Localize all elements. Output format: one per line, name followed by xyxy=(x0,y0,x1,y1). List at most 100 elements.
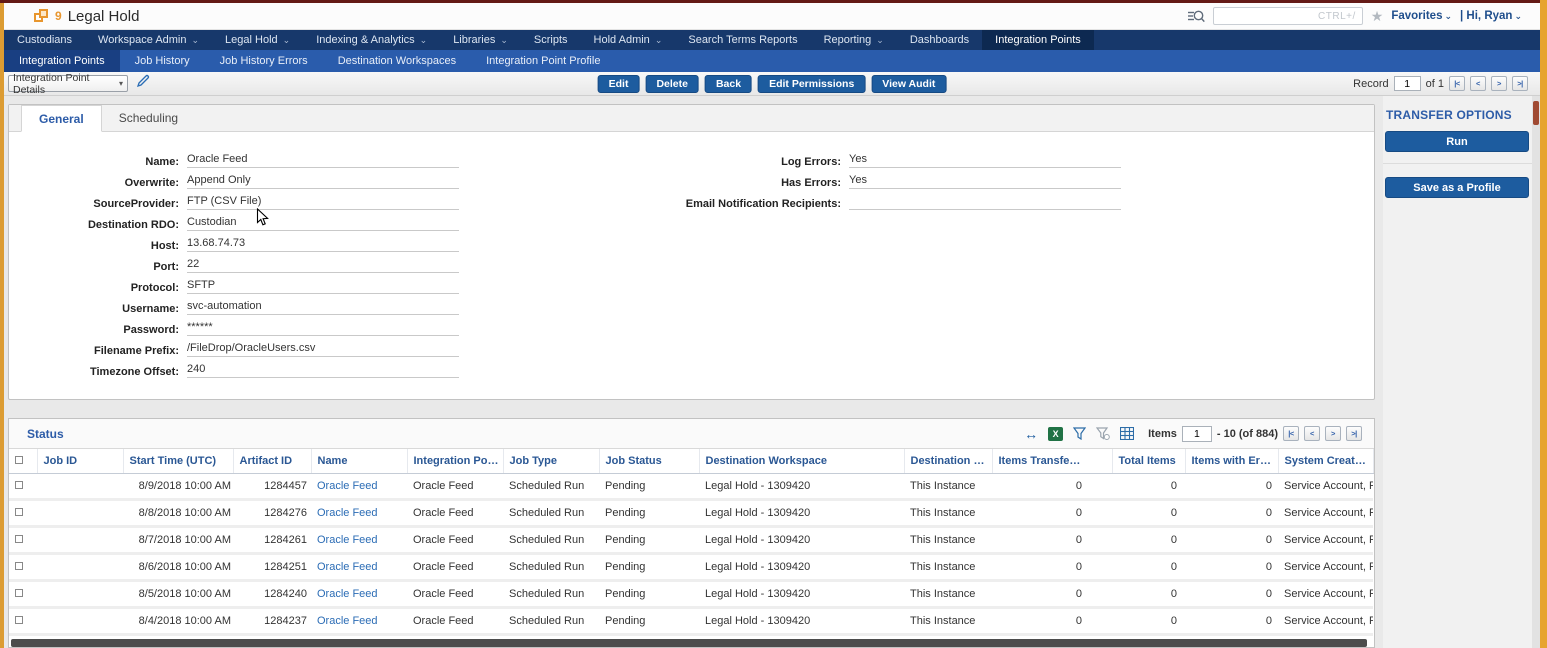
row-checkbox[interactable] xyxy=(15,616,23,624)
cell-job-id xyxy=(37,608,123,635)
column-header-job-type[interactable]: Job Type xyxy=(503,449,599,474)
main-tab-scripts[interactable]: Scripts xyxy=(521,30,581,50)
sub-tab-job-history[interactable]: Job History xyxy=(120,50,205,72)
select-all-checkbox[interactable] xyxy=(15,456,23,464)
name-link[interactable]: Oracle Feed xyxy=(317,507,378,519)
column-header-items-with-errors[interactable]: Items with Errors xyxy=(1185,449,1278,474)
table-row: 8/7/2018 10:00 AM1284261Oracle FeedOracl… xyxy=(9,527,1373,554)
record-number-input[interactable] xyxy=(1394,76,1421,91)
view-selector-dropdown[interactable]: Integration Point Details▾ xyxy=(8,75,128,92)
column-header-destination-workspace[interactable]: Destination Workspace xyxy=(699,449,904,474)
row-checkbox[interactable] xyxy=(15,562,23,570)
main-tab-integration-points[interactable]: Integration Points xyxy=(982,30,1094,50)
row-select-cell xyxy=(9,474,37,500)
main-tab-search-terms-reports[interactable]: Search Terms Reports xyxy=(675,30,810,50)
integration-point-details-panel: GeneralScheduling Name:Oracle FeedOverwr… xyxy=(8,104,1375,400)
column-header-total-items[interactable]: Total Items xyxy=(1112,449,1185,474)
export-excel-icon[interactable]: X xyxy=(1048,427,1063,441)
cell-job-status: Pending xyxy=(599,581,699,608)
column-header-start-time-utc[interactable]: Start Time (UTC) xyxy=(123,449,233,474)
items-page-input[interactable] xyxy=(1182,426,1212,442)
column-header-job-status[interactable]: Job Status xyxy=(599,449,699,474)
items-first-button[interactable]: |< xyxy=(1283,426,1299,441)
view-audit-button[interactable]: View Audit xyxy=(871,75,946,93)
column-header-artifact-id[interactable]: Artifact ID xyxy=(233,449,311,474)
vertical-scrollbar-thumb[interactable] xyxy=(1533,101,1539,125)
save-as-profile-button[interactable]: Save as a Profile xyxy=(1385,177,1529,198)
status-table-body: 8/9/2018 10:00 AM1284457Oracle FeedOracl… xyxy=(9,474,1373,635)
clear-filter-icon[interactable] xyxy=(1096,427,1110,440)
favorites-menu[interactable]: Favorites⌄ xyxy=(1391,10,1452,22)
items-last-button[interactable]: >| xyxy=(1346,426,1362,441)
edit-permissions-button[interactable]: Edit Permissions xyxy=(758,75,865,93)
grid-options-icon[interactable] xyxy=(1120,427,1134,440)
record-next-button[interactable]: > xyxy=(1491,76,1507,91)
name-link[interactable]: Oracle Feed xyxy=(317,480,378,492)
status-table: Job IDStart Time (UTC)Artifact IDNameInt… xyxy=(9,449,1374,636)
main-tab-dashboards[interactable]: Dashboards xyxy=(897,30,982,50)
items-pager: Items - 10 (of 884) |< < > >| xyxy=(1148,426,1362,442)
sub-tab-integration-point-profile[interactable]: Integration Point Profile xyxy=(471,50,615,72)
expand-width-icon[interactable]: ↔ xyxy=(1024,427,1038,441)
user-menu[interactable]: | Hi, Ryan⌄ xyxy=(1460,10,1522,22)
record-label: Record xyxy=(1353,78,1388,90)
cell-system-created: Service Account, Rel xyxy=(1278,474,1373,500)
column-header-destination-inst[interactable]: Destination Inst... xyxy=(904,449,992,474)
record-last-button[interactable]: >| xyxy=(1512,76,1528,91)
cell-name[interactable]: Oracle Feed xyxy=(311,500,407,527)
column-header-name[interactable]: Name xyxy=(311,449,407,474)
run-button[interactable]: Run xyxy=(1385,131,1529,152)
sub-tab-job-history-errors[interactable]: Job History Errors xyxy=(205,50,323,72)
search-icon[interactable] xyxy=(1188,9,1205,23)
row-checkbox[interactable] xyxy=(15,589,23,597)
details-tab-scheduling[interactable]: Scheduling xyxy=(102,105,195,131)
name-link[interactable]: Oracle Feed xyxy=(317,588,378,600)
delete-button[interactable]: Delete xyxy=(645,75,699,93)
main-tab-libraries[interactable]: Libraries⌄ xyxy=(440,30,521,50)
items-label: Items xyxy=(1148,428,1177,440)
filter-icon[interactable] xyxy=(1073,427,1086,440)
cell-name[interactable]: Oracle Feed xyxy=(311,608,407,635)
main-tab-custodians[interactable]: Custodians xyxy=(4,30,85,50)
vertical-scrollbar[interactable] xyxy=(1532,96,1540,648)
horizontal-scrollbar[interactable] xyxy=(11,639,1367,647)
main-tab-indexing-analytics[interactable]: Indexing & Analytics⌄ xyxy=(303,30,440,50)
column-header-job-id[interactable]: Job ID xyxy=(37,449,123,474)
main-tab-legal-hold[interactable]: Legal Hold⌄ xyxy=(212,30,303,50)
cell-name[interactable]: Oracle Feed xyxy=(311,527,407,554)
cell-destination-inst: This Instance xyxy=(904,474,992,500)
column-header-system-created[interactable]: System Created... xyxy=(1278,449,1373,474)
row-checkbox[interactable] xyxy=(15,481,23,489)
column-header-items-transferred[interactable]: Items Transferred xyxy=(992,449,1112,474)
column-header-integration-point[interactable]: Integration Point xyxy=(407,449,503,474)
main-nav: CustodiansWorkspace Admin⌄Legal Hold⌄Ind… xyxy=(4,30,1540,50)
name-link[interactable]: Oracle Feed xyxy=(317,534,378,546)
cell-name[interactable]: Oracle Feed xyxy=(311,581,407,608)
main-tab-hold-admin[interactable]: Hold Admin⌄ xyxy=(581,30,676,50)
cell-system-created: Service Account, Rel xyxy=(1278,554,1373,581)
items-prev-button[interactable]: < xyxy=(1304,426,1320,441)
sub-tab-destination-workspaces[interactable]: Destination Workspaces xyxy=(323,50,471,72)
main-tab-reporting[interactable]: Reporting⌄ xyxy=(811,30,897,50)
cell-name[interactable]: Oracle Feed xyxy=(311,554,407,581)
edit-view-pencil-icon[interactable] xyxy=(136,74,150,93)
right-accent-border xyxy=(1540,0,1547,648)
row-checkbox[interactable] xyxy=(15,535,23,543)
main-tab-workspace-admin[interactable]: Workspace Admin⌄ xyxy=(85,30,212,50)
details-tab-general[interactable]: General xyxy=(21,105,102,132)
cell-name[interactable]: Oracle Feed xyxy=(311,474,407,500)
row-checkbox[interactable] xyxy=(15,508,23,516)
edit-button[interactable]: Edit xyxy=(598,75,640,93)
favorites-star-icon[interactable]: ★ xyxy=(1371,9,1384,23)
search-input[interactable] xyxy=(1213,7,1363,25)
record-first-button[interactable]: |< xyxy=(1449,76,1465,91)
sub-tab-integration-points[interactable]: Integration Points xyxy=(4,50,120,72)
record-prev-button[interactable]: < xyxy=(1470,76,1486,91)
back-button[interactable]: Back xyxy=(705,75,752,93)
status-toolbar-icons: ↔ X xyxy=(1024,427,1134,441)
items-next-button[interactable]: > xyxy=(1325,426,1341,441)
cell-job-status: Pending xyxy=(599,527,699,554)
status-table-header-row: Job IDStart Time (UTC)Artifact IDNameInt… xyxy=(9,449,1373,474)
name-link[interactable]: Oracle Feed xyxy=(317,615,378,627)
name-link[interactable]: Oracle Feed xyxy=(317,561,378,573)
